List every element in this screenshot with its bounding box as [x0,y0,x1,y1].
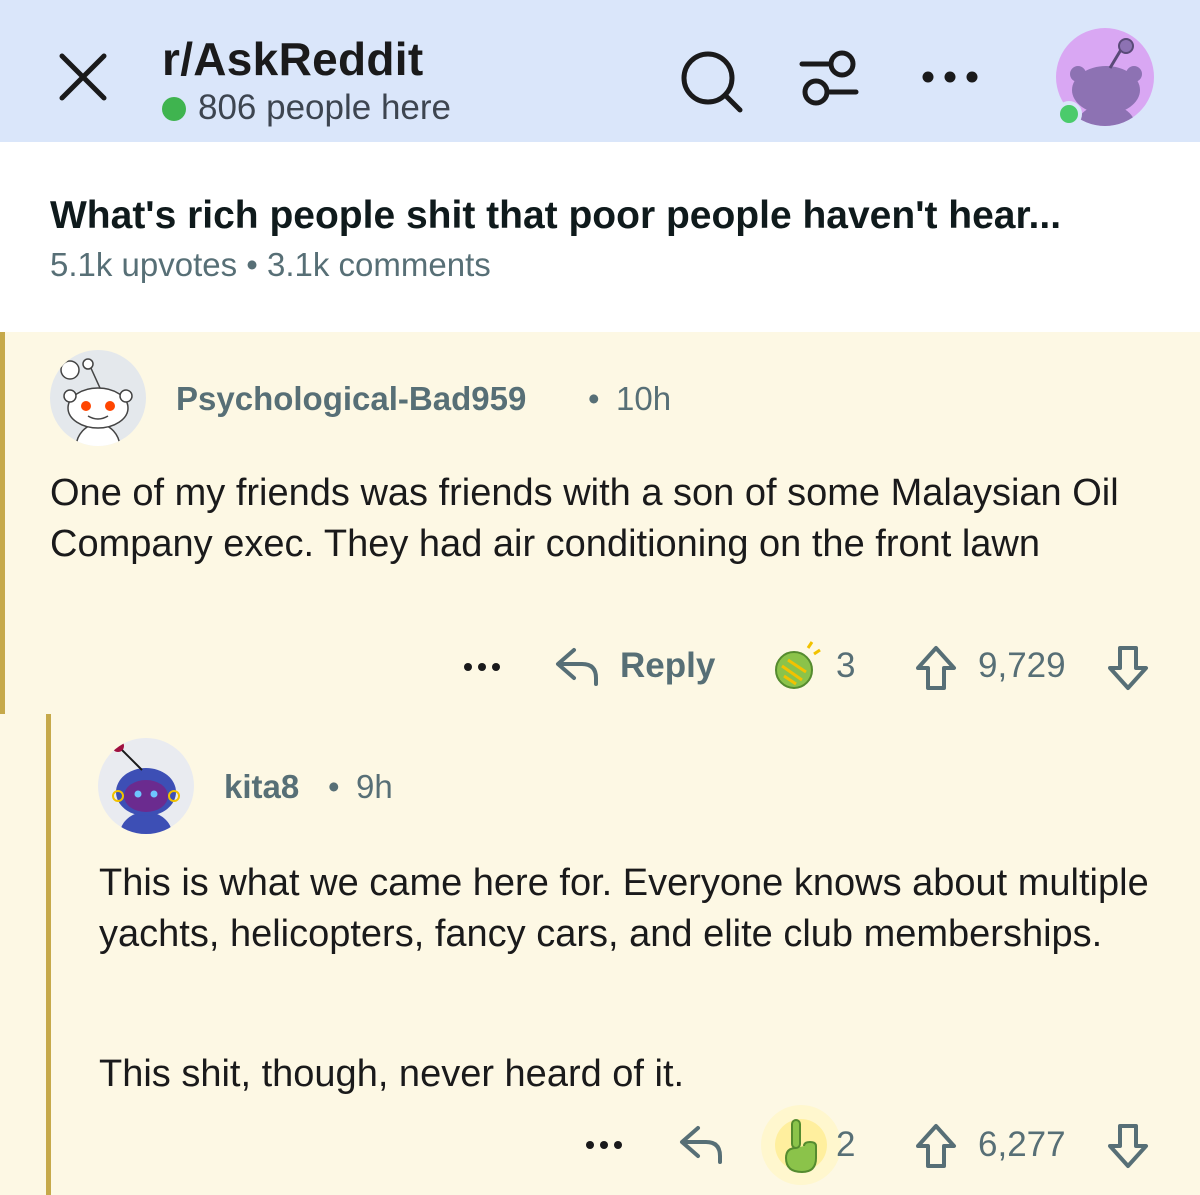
vote-score: 9,729 [978,646,1066,685]
comment-timestamp: 10h [616,380,672,417]
reply-button[interactable]: Reply [620,646,715,686]
comment-author[interactable]: kita8 [224,768,299,806]
close-icon[interactable] [52,46,114,108]
post-title[interactable]: What's rich people shit that poor people… [50,194,1170,238]
downvote-icon[interactable] [1106,1122,1150,1170]
award-icon[interactable] [768,640,822,694]
more-options-icon[interactable] [584,1138,624,1152]
commenter-avatar[interactable] [98,738,194,834]
snoo-avatar-icon [112,740,180,834]
award-count: 3 [836,646,856,685]
online-indicator-icon [162,97,186,121]
post-stats: 5.1k upvotes • 3.1k comments [50,246,491,283]
comment-author[interactable]: Psychological-Bad959 [176,380,526,418]
more-icon[interactable] [918,62,982,92]
vote-score: 6,277 [978,1125,1066,1164]
more-options-icon[interactable] [462,660,502,674]
online-count: 806 people here [198,88,451,127]
top-bar: r/AskReddit 806 people here [0,0,1200,142]
comment-body: One of my friends was friends with a son… [50,472,1119,565]
meta-separator: • [588,380,600,417]
search-icon[interactable] [676,46,746,116]
subreddit-title[interactable]: r/AskReddit [162,32,423,86]
thread-line[interactable] [0,332,5,714]
downvote-icon[interactable] [1106,644,1150,692]
award-count: 2 [836,1125,856,1164]
comment-body-paragraph: This shit, though, never heard of it. [99,1053,685,1095]
thread-line[interactable] [46,714,51,1195]
avatar-online-badge [1056,101,1082,127]
filter-icon[interactable] [796,44,862,110]
upvote-icon[interactable] [914,644,958,692]
comment-body: This is what we came here for. Everyone … [99,862,1149,955]
upvote-icon[interactable] [914,1122,958,1170]
award-icon[interactable] [756,1100,846,1190]
post-header: What's rich people shit that poor people… [0,142,1200,332]
commenter-avatar[interactable] [50,350,146,446]
comment-timestamp: 9h [356,768,393,805]
meta-separator: • [328,768,340,805]
reply-icon[interactable] [676,1122,726,1166]
snoo-avatar-icon [60,358,133,446]
reply-icon[interactable] [552,644,602,688]
